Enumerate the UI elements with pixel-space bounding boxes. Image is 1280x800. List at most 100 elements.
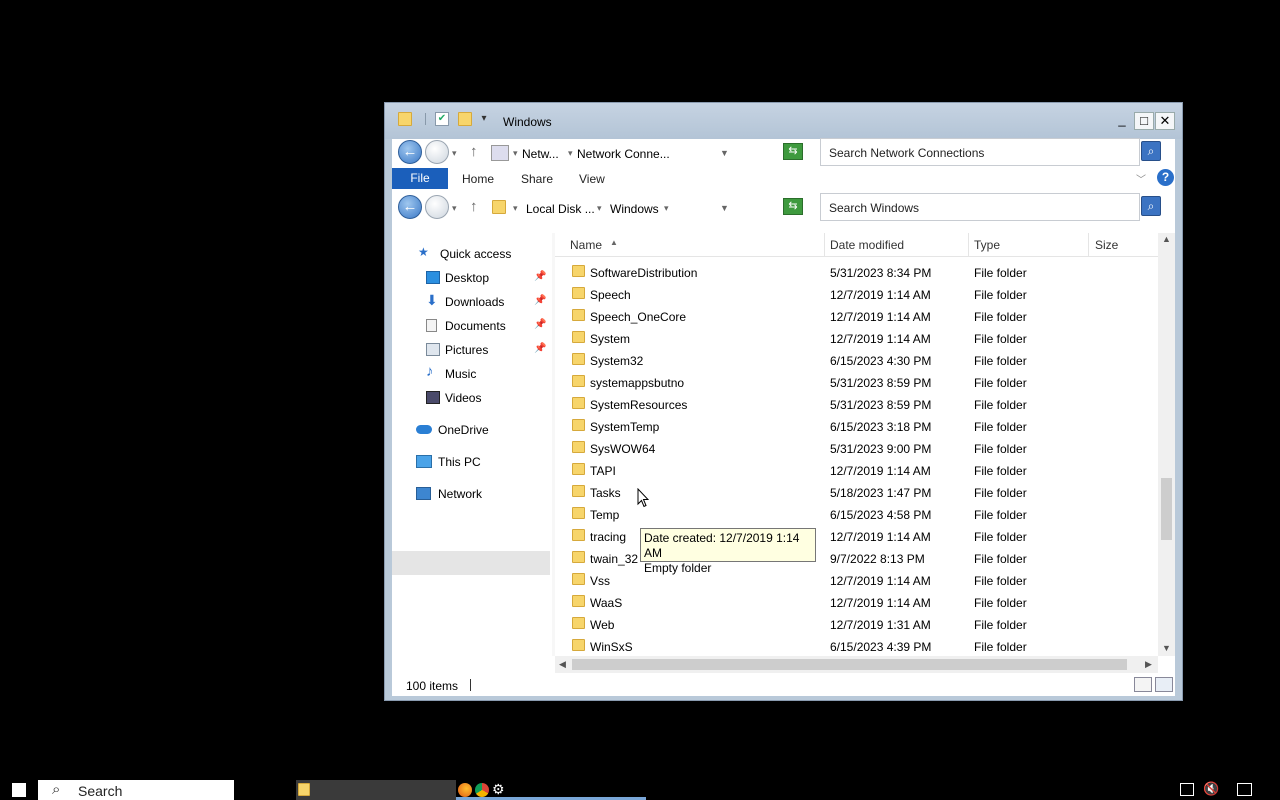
breadcrumb-chevron-icon[interactable]: ▾ (513, 203, 518, 214)
scroll-thumb[interactable] (572, 659, 1127, 670)
properties-icon[interactable]: ✔ (435, 112, 449, 126)
scroll-thumb[interactable] (1161, 478, 1172, 540)
table-row[interactable]: TAPI 12/7/2019 1:14 AM File folder (555, 459, 1158, 481)
file-name: SystemTemp (590, 420, 660, 434)
search-icon[interactable]: ⌕ (1141, 141, 1161, 161)
breadcrumb-chevron-icon[interactable]: ▾ (568, 148, 573, 159)
maximize-button[interactable]: □ (1134, 112, 1154, 130)
volume-muted-icon[interactable]: 🔇 (1203, 781, 1219, 797)
column-separator[interactable] (1088, 233, 1089, 257)
table-row[interactable]: SysWOW64 5/31/2023 9:00 PM File folder (555, 437, 1158, 459)
breadcrumb-chevron-icon[interactable]: ▾ (513, 148, 518, 159)
column-type[interactable]: Type (974, 233, 1000, 257)
breadcrumb-local-disk[interactable]: Local Disk ... (526, 202, 595, 216)
pin-icon[interactable]: 📌 (534, 295, 546, 306)
file-name: twain_32 (590, 552, 639, 566)
table-row[interactable]: System32 6/15/2023 4:30 PM File folder (555, 349, 1158, 371)
search-windows-input[interactable]: Search Windows (820, 193, 1140, 221)
details-view-icon[interactable] (1134, 677, 1152, 692)
pin-icon[interactable]: 📌 (534, 271, 546, 282)
up-arrow-icon[interactable]: ↑ (470, 143, 478, 160)
table-row[interactable]: System 12/7/2019 1:14 AM File folder (555, 327, 1158, 349)
search-network-input[interactable]: Search Network Connections (820, 138, 1140, 166)
file-date-modified: 5/18/2023 1:47 PM (830, 486, 932, 500)
breadcrumb-windows[interactable]: Windows (610, 202, 659, 216)
customize-quick-access-icon[interactable]: ▾ (477, 112, 491, 126)
network-icon (416, 487, 431, 500)
close-button[interactable]: ✕ (1155, 112, 1175, 130)
notifications-icon[interactable] (1237, 783, 1252, 796)
start-icon[interactable] (12, 783, 26, 797)
column-separator[interactable] (968, 233, 969, 257)
file-date-modified: 5/31/2023 8:34 PM (830, 266, 932, 280)
folder-icon (572, 463, 585, 475)
expand-ribbon-icon[interactable]: ﹀ (1136, 171, 1146, 186)
address-dropdown-icon[interactable]: ▼ (720, 203, 729, 213)
breadcrumb-chevron-icon[interactable]: ▾ (597, 203, 602, 214)
back-button[interactable]: ← (398, 140, 422, 164)
table-row[interactable]: systemappsbutno 5/31/2023 8:59 PM File fol… (555, 371, 1158, 393)
forward-button[interactable] (425, 140, 449, 164)
large-icons-view-icon[interactable] (1155, 677, 1173, 692)
taskbar-search[interactable]: ⌕ Search (38, 780, 234, 800)
tab-share[interactable]: Share (521, 172, 553, 186)
scroll-left-icon[interactable]: ◀ (559, 659, 566, 670)
documents-icon (426, 319, 437, 332)
nav-label: Desktop (445, 271, 490, 285)
table-row[interactable]: SoftwareDistribution 5/31/2023 8:34 PM Fil… (555, 261, 1158, 283)
minimize-button[interactable]: _ (1112, 112, 1132, 130)
file-name: Web (590, 618, 615, 632)
horizontal-scrollbar[interactable]: ◀ ▶ (555, 656, 1158, 673)
file-type: File folder (974, 376, 1027, 390)
tab-file[interactable]: File (392, 168, 448, 189)
scroll-down-icon[interactable]: ▼ (1162, 643, 1171, 653)
back-button[interactable]: ← (398, 195, 422, 219)
breadcrumb-chevron-icon[interactable]: ▾ (664, 203, 669, 214)
chrome-icon[interactable] (475, 783, 489, 797)
up-arrow-icon[interactable]: ↑ (470, 198, 478, 215)
column-date-modified[interactable]: Date modified (830, 233, 904, 257)
network-status-icon[interactable] (1180, 783, 1194, 796)
table-row[interactable]: SystemResources 5/31/2023 8:59 PM File fol… (555, 393, 1158, 415)
recent-chevron-icon[interactable]: ▾ (452, 203, 457, 214)
table-row[interactable]: Speech_OneCore 12/7/2019 1:14 AM File fold… (555, 305, 1158, 327)
table-row[interactable]: Web 12/7/2019 1:31 AM File folder (555, 613, 1158, 635)
column-header: Name ▲ Date modified Type Size (555, 233, 1158, 257)
vertical-scrollbar[interactable]: ▲ ▼ (1158, 233, 1175, 656)
scroll-right-icon[interactable]: ▶ (1145, 659, 1152, 670)
file-name: Temp (590, 508, 620, 522)
column-name[interactable]: Name (570, 233, 602, 257)
table-row[interactable]: WaaS 12/7/2019 1:14 AM File folder (555, 591, 1158, 613)
file-name: Speech (590, 288, 631, 302)
breadcrumb-network[interactable]: Netw... (522, 147, 559, 161)
forward-button[interactable] (425, 195, 449, 219)
title-bar[interactable]: ✔ ▾ Windows _ □ ✕ (385, 103, 1182, 139)
new-folder-icon[interactable] (458, 112, 472, 126)
table-row[interactable]: SystemTemp 6/15/2023 3:18 PM File folder (555, 415, 1158, 437)
folder-icon (572, 507, 585, 519)
table-row[interactable]: WinSxS 6/15/2023 4:39 PM File folder (555, 635, 1158, 657)
pin-icon[interactable]: 📌 (534, 343, 546, 354)
tab-home[interactable]: Home (462, 172, 494, 186)
column-separator[interactable] (824, 233, 825, 257)
recent-chevron-icon[interactable]: ▾ (452, 148, 457, 159)
scroll-up-icon[interactable]: ▲ (1162, 234, 1171, 244)
file-type: File folder (974, 508, 1027, 522)
nav-label: Quick access (440, 247, 512, 261)
help-icon[interactable]: ? (1157, 169, 1174, 186)
settings-icon[interactable]: ⚙ (492, 781, 505, 798)
address-dropdown-icon[interactable]: ▼ (720, 148, 729, 158)
column-size[interactable]: Size (1095, 233, 1118, 257)
tab-view[interactable]: View (579, 172, 605, 186)
refresh-icon[interactable]: ⇆ (783, 143, 803, 160)
folder-icon (572, 331, 585, 343)
pin-icon[interactable]: 📌 (534, 319, 546, 330)
table-row[interactable]: Speech 12/7/2019 1:14 AM File folder (555, 283, 1158, 305)
search-icon[interactable]: ⌕ (1141, 196, 1161, 216)
file-type: File folder (974, 618, 1027, 632)
firefox-icon[interactable] (458, 783, 472, 797)
breadcrumb-network-connections[interactable]: Network Conne... (577, 147, 670, 161)
refresh-icon[interactable]: ⇆ (783, 198, 803, 215)
taskbar-explorer-button[interactable] (296, 780, 456, 800)
music-icon: ♪ (426, 363, 434, 380)
